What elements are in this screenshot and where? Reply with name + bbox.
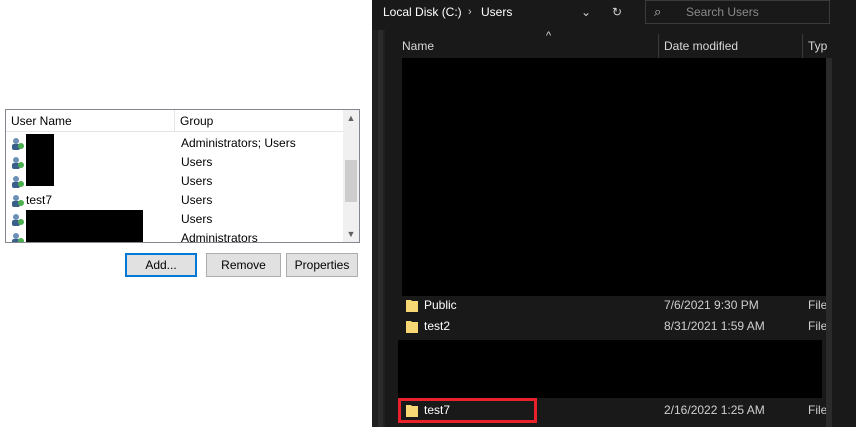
navigation-scrollbar[interactable] <box>378 30 383 427</box>
user-group: Users <box>181 174 213 188</box>
file-list: Public 7/6/2021 9:30 PM File test2 8/31/… <box>396 58 828 427</box>
column-header-group[interactable]: Group <box>175 110 344 132</box>
user-row[interactable]: Administrators <box>6 229 344 243</box>
folder-row-test2[interactable]: test2 8/31/2021 1:59 AM File <box>396 316 828 337</box>
folder-type: File <box>808 298 828 312</box>
add-button[interactable]: Add... <box>125 253 197 277</box>
redacted-name <box>26 153 54 172</box>
chevron-down-icon[interactable]: ⌄ <box>575 0 597 24</box>
redacted-name <box>26 134 54 153</box>
user-icon <box>12 176 24 188</box>
redacted-block <box>398 340 822 398</box>
redacted-block <box>402 58 826 296</box>
highlight-box <box>398 398 537 423</box>
search-icon: ⌕ <box>654 4 662 19</box>
folder-name: Public <box>424 298 457 312</box>
folder-date: 7/6/2021 9:30 PM <box>664 298 759 312</box>
folder-type: File <box>808 319 828 333</box>
user-name: test7 <box>26 193 53 207</box>
column-header-type[interactable]: Typ <box>808 34 827 58</box>
user-row[interactable]: Users <box>6 172 344 191</box>
file-explorer: Local Disk (C:) › Users ⌄ ↻ ⌕ Search Use… <box>372 0 856 427</box>
redacted-name <box>26 172 54 186</box>
user-group: Administrators <box>181 231 258 243</box>
listview-header: User Name Group <box>6 110 344 132</box>
file-column-headers: ^ Name Date modified Typ <box>396 30 856 58</box>
remove-button[interactable]: Remove <box>206 253 281 277</box>
user-icon <box>12 157 24 169</box>
folder-type: File <box>808 403 828 417</box>
user-icon <box>12 138 24 150</box>
folder-icon <box>406 300 418 312</box>
scroll-up-icon[interactable]: ▲ <box>343 110 359 126</box>
scroll-down-icon[interactable]: ▼ <box>343 226 359 242</box>
user-row[interactable]: test7 Users <box>6 191 344 210</box>
folder-date: 8/31/2021 1:59 AM <box>664 319 765 333</box>
sort-ascending-icon: ^ <box>546 30 552 42</box>
user-icon <box>12 214 24 226</box>
column-divider[interactable] <box>802 34 803 58</box>
folder-row-public[interactable]: Public 7/6/2021 9:30 PM File <box>396 295 828 316</box>
folder-icon <box>406 321 418 333</box>
breadcrumb-separator: › <box>468 6 472 18</box>
search-input[interactable]: ⌕ Search Users <box>645 0 830 24</box>
breadcrumb-local-disk[interactable]: Local Disk (C:) <box>383 0 462 24</box>
user-group: Users <box>181 193 213 207</box>
user-row[interactable]: Administrators; Users <box>6 134 344 153</box>
listview-scrollbar[interactable]: ▲ ▼ <box>343 110 359 242</box>
user-row[interactable]: Users <box>6 210 344 242</box>
folder-date: 2/16/2022 1:25 AM <box>664 403 765 417</box>
user-group: Users <box>181 212 213 226</box>
refresh-icon[interactable]: ↻ <box>606 0 628 24</box>
properties-button[interactable]: Properties <box>286 253 358 277</box>
column-header-date-modified[interactable]: Date modified <box>664 34 738 58</box>
address-bar: Local Disk (C:) › Users ⌄ ↻ ⌕ Search Use… <box>372 0 856 30</box>
file-list-scrollbar[interactable] <box>826 58 832 427</box>
user-row[interactable]: Users <box>6 153 344 172</box>
users-dialog: User Name Group Administrators; Users Us… <box>0 0 372 427</box>
column-divider[interactable] <box>658 34 659 58</box>
column-header-user-name[interactable]: User Name <box>6 110 175 132</box>
column-header-name[interactable]: Name <box>402 34 434 58</box>
user-icon <box>12 233 24 242</box>
folder-name: test2 <box>424 319 451 333</box>
breadcrumb-users[interactable]: Users <box>481 0 512 24</box>
search-placeholder: Search Users <box>686 5 759 19</box>
user-group: Administrators; Users <box>181 136 296 150</box>
scrollbar-thumb[interactable] <box>345 160 357 202</box>
user-group: Users <box>181 155 213 169</box>
user-icon <box>12 195 24 207</box>
users-listview[interactable]: User Name Group Administrators; Users Us… <box>5 109 360 243</box>
